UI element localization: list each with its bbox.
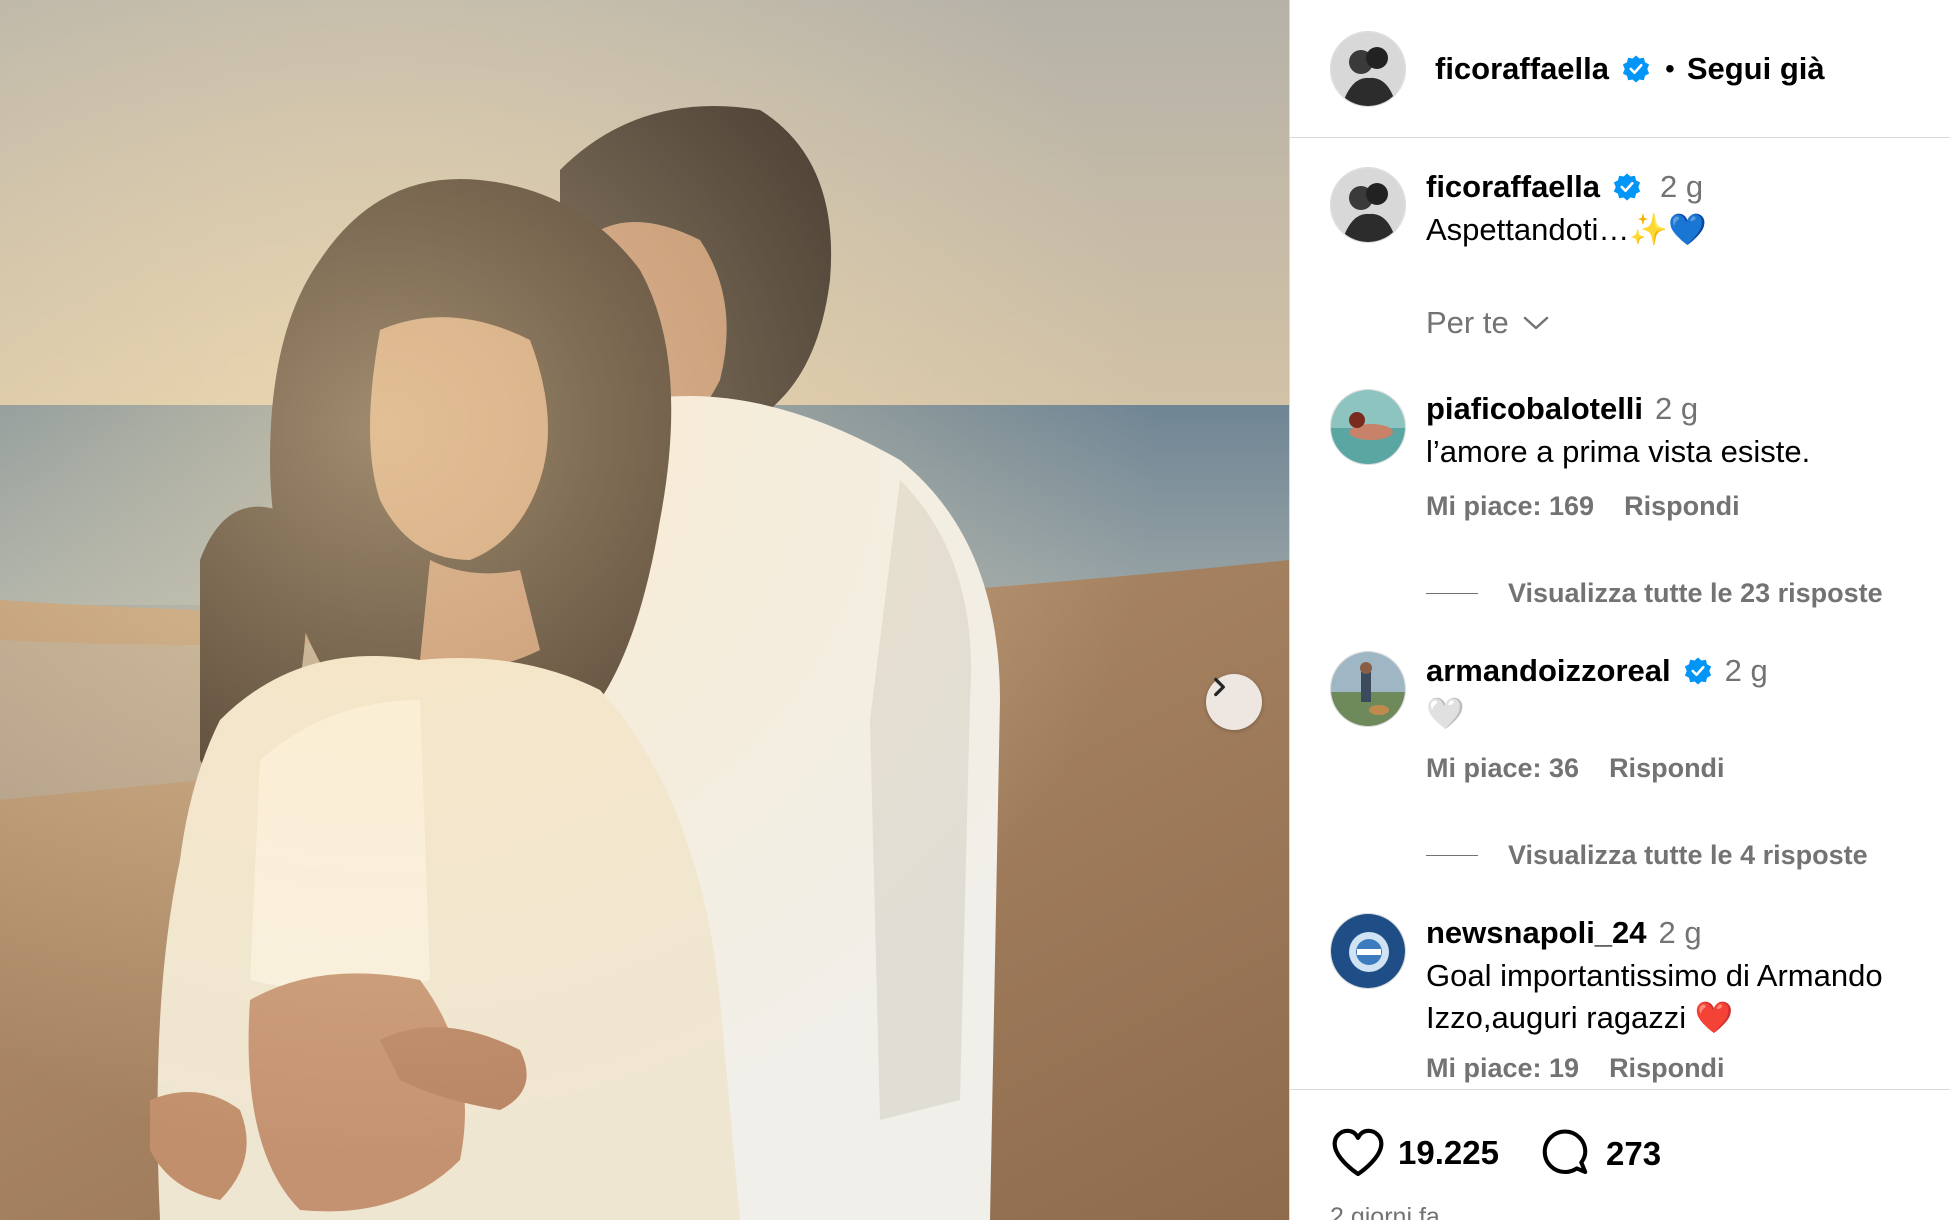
- verified-badge-icon: [1684, 657, 1711, 685]
- verified-badge-icon: [1613, 173, 1641, 201]
- comment-count: 273: [1606, 1135, 1662, 1172]
- chevron-right-icon: [1214, 677, 1225, 697]
- post-age: 2 giorni fa: [1330, 1203, 1440, 1220]
- post-caption: ficoraffaella 2 g Aspettandoti…✨💙: [1330, 167, 1946, 251]
- comment-bubble-icon[interactable]: [1538, 1127, 1592, 1181]
- comment-stat: 273: [1538, 1127, 1661, 1181]
- comment-item: piaficobalotelli 2 g l’amore a prima vis…: [1330, 389, 1946, 522]
- post-actions-bar: 19.225 273 2 giorni fa: [1290, 1089, 1950, 1220]
- reply-button[interactable]: Rispondi: [1609, 753, 1725, 784]
- comment-likes[interactable]: Mi piace: 19: [1426, 1053, 1579, 1084]
- comments-section: ficoraffaella 2 g Aspettandoti…✨💙 Per te: [1290, 139, 1950, 1089]
- view-replies-label: Visualizza tutte le 4 risposte: [1508, 840, 1868, 870]
- comment-time: 2 g: [1724, 653, 1768, 688]
- caption-text: Aspettandoti…✨💙: [1426, 212, 1707, 247]
- comment-item: armandoizzoreal 2 g 🤍 Mi piace: 36 Rispo…: [1330, 651, 1946, 784]
- comment-likes[interactable]: Mi piace: 36: [1426, 753, 1579, 784]
- post-side-panel: ficoraffaella • Segui già ficoraffaella: [1289, 0, 1950, 1220]
- commenter-avatar[interactable]: [1330, 389, 1406, 465]
- commenter-avatar[interactable]: [1330, 651, 1406, 727]
- comment-username[interactable]: piaficobalotelli: [1426, 389, 1643, 429]
- like-count[interactable]: 19.225: [1398, 1134, 1499, 1172]
- comment-time: 2 g: [1658, 915, 1702, 950]
- couple-beach-photo: [0, 0, 1289, 1220]
- author-avatar[interactable]: [1330, 30, 1406, 107]
- comment-text: 🤍: [1426, 696, 1465, 731]
- post-header: ficoraffaella • Segui già: [1290, 0, 1950, 138]
- view-replies-label: Visualizza tutte le 23 risposte: [1508, 578, 1883, 608]
- replies-divider-line: [1426, 855, 1478, 856]
- comment-text: Goal importantissimo di Armando Izzo,aug…: [1426, 958, 1883, 1035]
- verified-badge-icon: [1622, 55, 1650, 82]
- like-stat: 19.225: [1330, 1127, 1499, 1179]
- caption-avatar[interactable]: [1330, 167, 1406, 243]
- following-button[interactable]: Segui già: [1687, 51, 1825, 87]
- comment-username[interactable]: armandoizzoreal: [1426, 651, 1671, 691]
- view-replies-button[interactable]: Visualizza tutte le 23 risposte: [1426, 578, 1883, 609]
- caption-time: 2 g: [1660, 169, 1704, 204]
- chevron-down-icon: [1523, 316, 1548, 330]
- heart-icon[interactable]: [1330, 1127, 1386, 1179]
- caption-username[interactable]: ficoraffaella: [1426, 167, 1600, 207]
- comment-item: newsnapoli_24 2 g Goal importantissimo d…: [1330, 913, 1946, 1084]
- separator-dot: •: [1665, 52, 1675, 84]
- comment-time: 2 g: [1655, 391, 1699, 426]
- post-photo: [0, 0, 1289, 1220]
- view-replies-button[interactable]: Visualizza tutte le 4 risposte: [1426, 840, 1868, 871]
- comment-username[interactable]: newsnapoli_24: [1426, 913, 1647, 953]
- reply-button[interactable]: Rispondi: [1609, 1053, 1725, 1084]
- comment-sort-dropdown[interactable]: Per te: [1426, 305, 1551, 341]
- author-username[interactable]: ficoraffaella: [1435, 51, 1609, 87]
- next-photo-button[interactable]: [1206, 674, 1262, 730]
- comment-likes[interactable]: Mi piace: 169: [1426, 491, 1594, 522]
- commenter-avatar[interactable]: [1330, 913, 1406, 989]
- comment-text: l’amore a prima vista esiste.: [1426, 434, 1811, 469]
- comment-sort-label: Per te: [1426, 305, 1509, 340]
- replies-divider-line: [1426, 593, 1478, 594]
- reply-button[interactable]: Rispondi: [1624, 491, 1740, 522]
